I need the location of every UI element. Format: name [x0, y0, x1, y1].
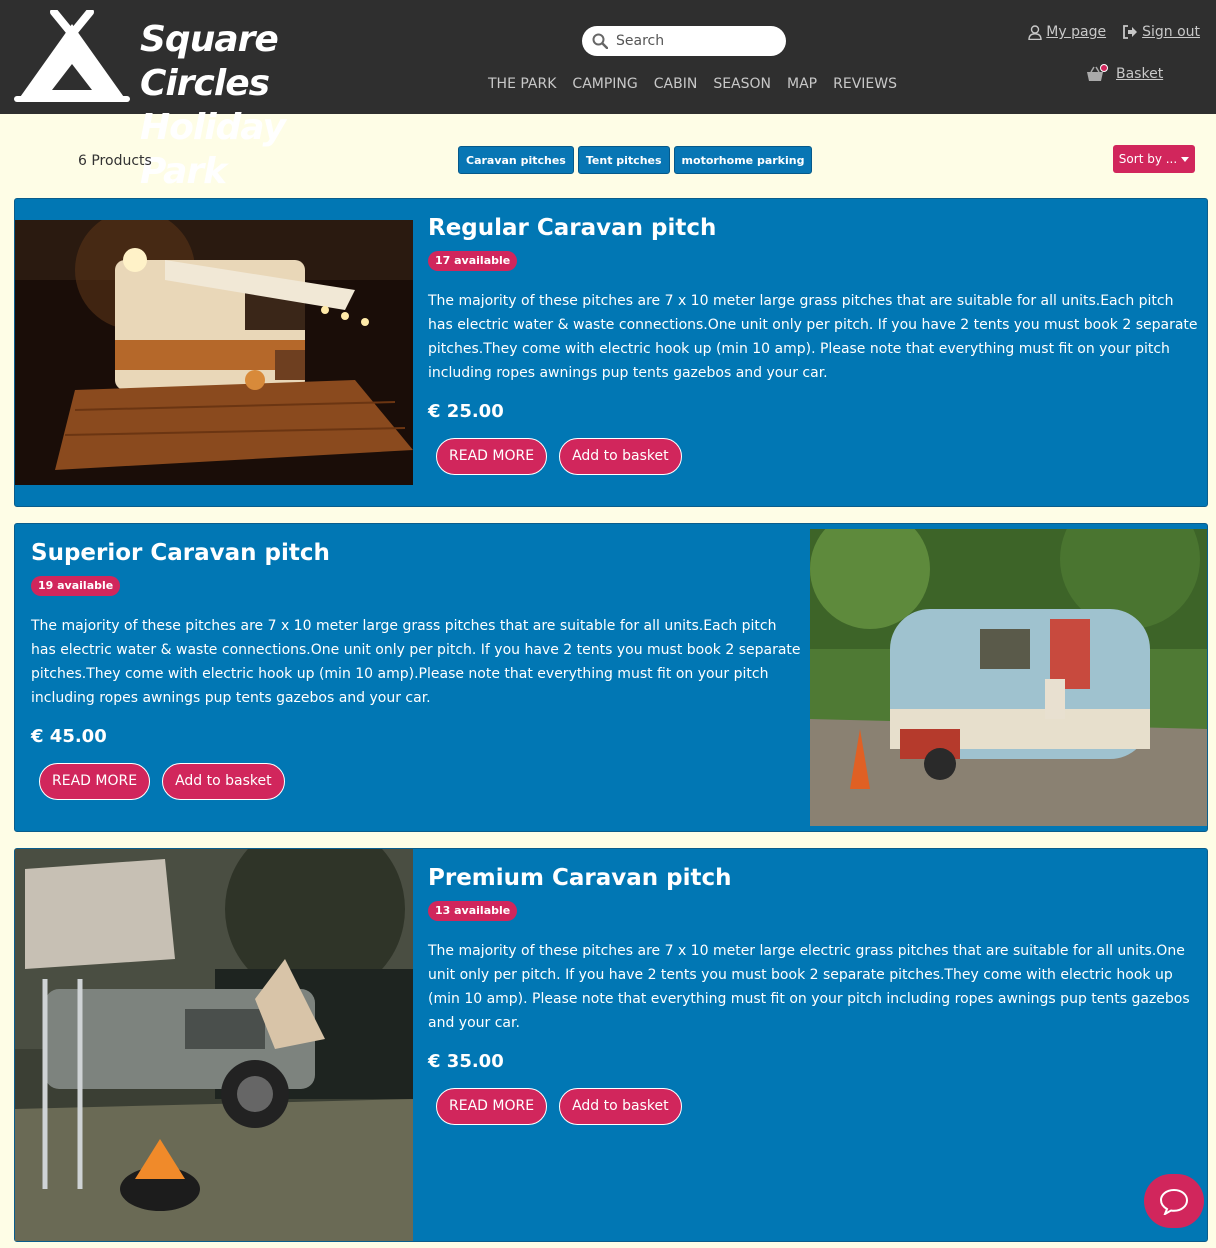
nav-reviews[interactable]: REVIEWS — [833, 76, 897, 92]
brand-name: Square Circles Holiday Park — [140, 18, 344, 194]
read-more-button[interactable]: READ MORE — [436, 438, 548, 475]
product-count: 6 Products — [78, 153, 152, 169]
availability-badge: 17 available — [428, 251, 518, 271]
sign-out-link[interactable]: Sign out — [1122, 24, 1200, 40]
user-links: My page Sign out — [1028, 24, 1200, 40]
sign-out-icon — [1123, 25, 1138, 39]
product-body: Premium Caravan pitch 13 available The m… — [428, 863, 1198, 1125]
product-price: € 25.00 — [428, 401, 504, 422]
main-nav: THE PARK CAMPING CABIN SEASON MAP REVIEW… — [488, 76, 897, 92]
product-actions: READ MORE Add to basket — [31, 763, 801, 800]
filter-motorhome-parking[interactable]: motorhome parking — [673, 146, 813, 174]
user-icon — [1028, 24, 1042, 40]
my-page-label: My page — [1046, 24, 1107, 40]
product-description: The majority of these pitches are 7 x 10… — [428, 943, 1190, 1031]
chat-icon — [1159, 1188, 1189, 1215]
brand-line-1: Square Circles — [140, 19, 279, 104]
my-page-link[interactable]: My page — [1028, 24, 1106, 40]
product-body: Superior Caravan pitch 19 available The … — [31, 538, 801, 800]
sort-dropdown[interactable]: Sort by ... — [1113, 145, 1195, 173]
nav-cabin[interactable]: CABIN — [654, 76, 698, 92]
caret-down-icon — [1181, 156, 1190, 162]
nav-season[interactable]: SEASON — [713, 76, 771, 92]
product-image-caravan-night[interactable] — [15, 220, 413, 485]
product-price: € 45.00 — [31, 726, 107, 747]
tent-logo-icon — [14, 10, 130, 102]
search-icon — [592, 33, 608, 49]
product-actions: READ MORE Add to basket — [428, 1088, 1198, 1125]
product-price: € 35.00 — [428, 1051, 504, 1072]
category-filters: Caravan pitches Tent pitches motorhome p… — [458, 146, 813, 174]
product-body: Regular Caravan pitch 17 available The m… — [428, 213, 1198, 475]
product-description: The majority of these pitches are 7 x 10… — [31, 618, 801, 706]
availability-badge: 19 available — [31, 576, 121, 596]
filter-caravan-pitches[interactable]: Caravan pitches — [458, 146, 574, 174]
availability-badge: 13 available — [428, 901, 518, 921]
add-to-basket-button[interactable]: Add to basket — [162, 763, 285, 800]
filter-tent-pitches[interactable]: Tent pitches — [577, 146, 670, 174]
brand-line-2: Holiday Park — [140, 107, 286, 192]
site-logo[interactable]: Square Circles Holiday Park — [14, 10, 344, 192]
product-card: Superior Caravan pitch 19 available The … — [14, 523, 1208, 832]
basket-link[interactable]: Basket — [1086, 64, 1163, 82]
sign-out-label: Sign out — [1142, 24, 1200, 40]
product-title[interactable]: Regular Caravan pitch — [428, 213, 1198, 243]
chat-button[interactable] — [1144, 1174, 1204, 1228]
search-box[interactable] — [582, 26, 786, 56]
nav-the-park[interactable]: THE PARK — [488, 76, 556, 92]
site-header: Square Circles Holiday Park THE PARK CAM… — [0, 0, 1216, 192]
basket-label[interactable]: Basket — [1116, 66, 1163, 82]
product-description: The majority of these pitches are 7 x 10… — [428, 293, 1198, 381]
product-actions: READ MORE Add to basket — [428, 438, 1198, 475]
add-to-basket-button[interactable]: Add to basket — [559, 438, 682, 475]
read-more-button[interactable]: READ MORE — [436, 1088, 548, 1125]
search-input[interactable] — [616, 33, 776, 49]
add-to-basket-button[interactable]: Add to basket — [559, 1088, 682, 1125]
product-image-vintage-caravan[interactable] — [810, 529, 1207, 826]
sort-label: Sort by ... — [1118, 152, 1178, 166]
product-title[interactable]: Premium Caravan pitch — [428, 863, 1198, 893]
read-more-button[interactable]: READ MORE — [39, 763, 151, 800]
basket-notification-dot — [1100, 64, 1108, 72]
product-image-roof-tent-jeep[interactable] — [15, 849, 413, 1241]
product-title[interactable]: Superior Caravan pitch — [31, 538, 801, 568]
nav-map[interactable]: MAP — [787, 76, 817, 92]
nav-camping[interactable]: CAMPING — [572, 76, 637, 92]
product-card: Premium Caravan pitch 13 available The m… — [14, 848, 1208, 1242]
product-card: Regular Caravan pitch 17 available The m… — [14, 198, 1208, 507]
